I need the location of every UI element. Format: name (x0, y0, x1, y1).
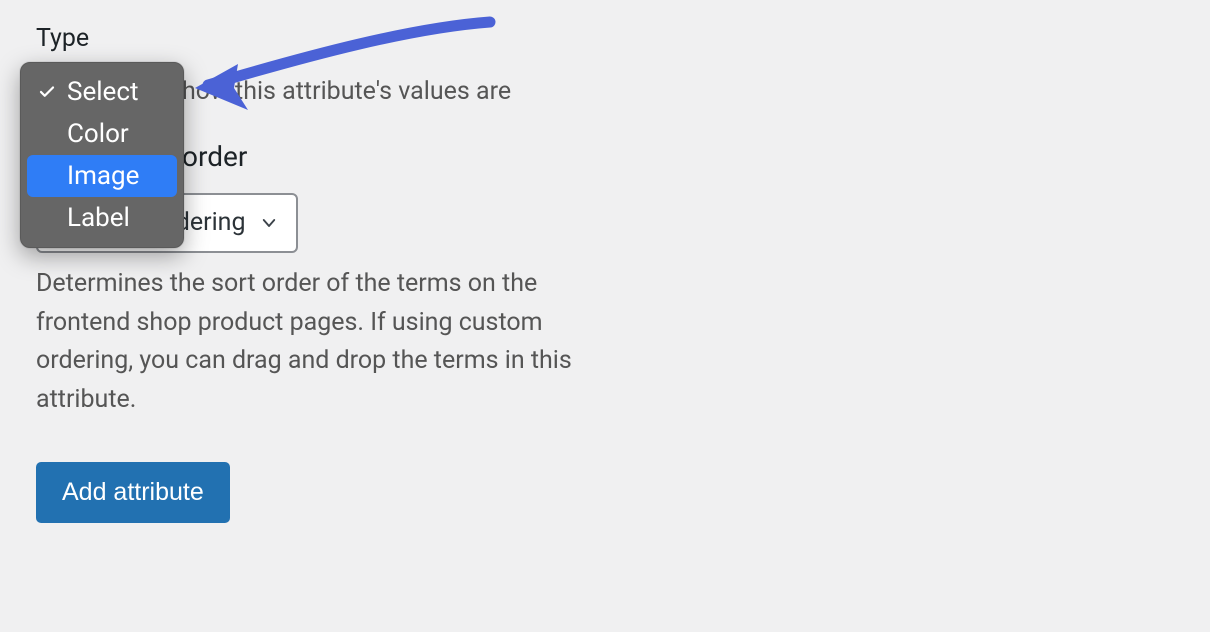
type-option-label: Image (67, 161, 139, 191)
type-help-text-partial: how this attribute's values are (182, 73, 511, 112)
type-option-label: Select (67, 77, 138, 107)
sort-order-label-partial: order (182, 140, 247, 173)
type-option-label: Color (67, 119, 129, 149)
type-option-label[interactable]: Label (27, 197, 177, 239)
check-icon (37, 82, 57, 102)
check-icon (37, 208, 57, 228)
add-attribute-button[interactable]: Add attribute (36, 462, 230, 523)
check-icon (37, 166, 57, 186)
sort-order-help-text: Determines the sort order of the terms o… (36, 265, 591, 420)
type-field-label: Type (36, 24, 1174, 53)
type-select-open[interactable]: Select Color Image Label (20, 62, 184, 248)
type-option-image[interactable]: Image (27, 155, 177, 197)
type-option-color[interactable]: Color (27, 113, 177, 155)
type-option-select[interactable]: Select (27, 71, 177, 113)
type-option-label: Label (67, 203, 130, 233)
check-icon (37, 124, 57, 144)
chevron-down-icon (260, 214, 278, 232)
